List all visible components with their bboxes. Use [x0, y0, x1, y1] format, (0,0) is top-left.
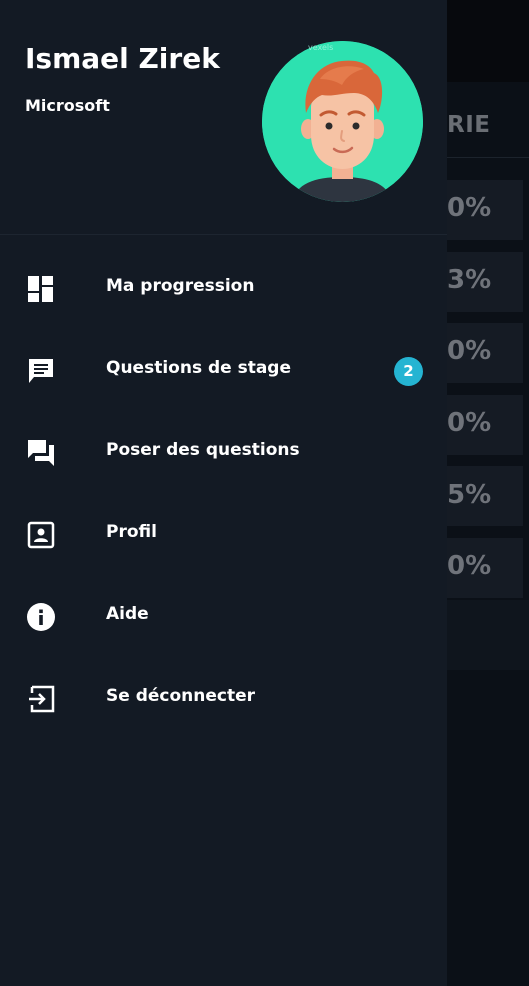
background-divider	[447, 157, 529, 158]
menu-item-poser-des-questions[interactable]: Poser des questions	[0, 410, 447, 492]
background-percent: 0%	[447, 336, 492, 366]
logout-icon	[26, 684, 56, 714]
menu-item-label: Aide	[106, 604, 149, 624]
menu-item-aide[interactable]: Aide	[0, 574, 447, 656]
menu-item-profil[interactable]: Profil	[0, 492, 447, 574]
background-percent: 0%	[447, 408, 492, 438]
background-percent: 3%	[447, 265, 492, 295]
background-percent: 5%	[447, 480, 492, 510]
menu-item-label: Ma progression	[106, 276, 255, 296]
background-column-header: RIE	[447, 112, 491, 138]
menu-item-label: Poser des questions	[106, 440, 300, 460]
forum-icon	[26, 438, 56, 468]
menu-item-questions-de-stage[interactable]: Questions de stage	[0, 328, 447, 410]
background-percent: 0%	[447, 551, 492, 581]
menu-item-ma-progression[interactable]: Ma progression	[0, 246, 447, 328]
avatar[interactable]	[262, 41, 423, 202]
background-percent: 0%	[447, 193, 492, 223]
info-icon	[26, 602, 56, 632]
background-panel	[447, 600, 529, 670]
avatar-illustration-icon	[262, 41, 423, 202]
user-company: Microsoft	[25, 96, 110, 115]
avatar-watermark: vexels	[308, 43, 334, 52]
profile-header: Ismael Zirek Microsoft vexels	[0, 0, 447, 235]
menu-item-label: Questions de stage	[106, 358, 292, 378]
message-icon	[26, 356, 56, 386]
menu-item-se-deconnecter[interactable]: Se déconnecter	[0, 656, 447, 738]
menu-item-label: Se déconnecter	[106, 686, 255, 706]
menu-item-label: Profil	[106, 522, 157, 542]
user-name: Ismael Zirek	[25, 42, 220, 75]
dashboard-icon	[26, 274, 56, 304]
navigation-drawer: Ismael Zirek Microsoft vexels Ma progres…	[0, 0, 447, 986]
notification-badge: 2	[394, 357, 423, 386]
contact-card-icon	[26, 520, 56, 550]
